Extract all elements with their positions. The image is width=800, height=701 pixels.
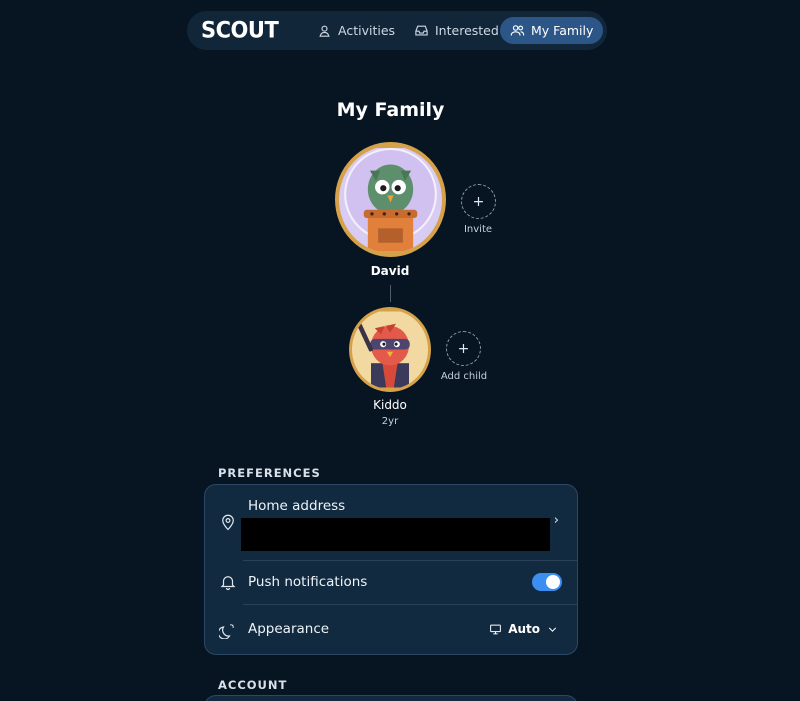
add-child-button[interactable]: + xyxy=(446,331,481,366)
toggle-knob xyxy=(546,575,560,589)
child-age: 2yr xyxy=(381,416,399,427)
invite-label: Invite xyxy=(463,224,493,235)
pin-user-icon xyxy=(319,25,330,37)
appearance-label: Appearance xyxy=(248,621,330,637)
chevron-down-icon xyxy=(548,627,557,632)
invite-button[interactable]: + xyxy=(461,184,496,219)
preferences-heading: PREFERENCES xyxy=(218,466,321,480)
tree-connector xyxy=(390,285,391,302)
top-nav: SCOUT Activities Interested My Family xyxy=(187,11,607,50)
chevron-right-icon: › xyxy=(553,513,559,528)
plus-icon: + xyxy=(457,340,470,357)
preferences-card: Home address › Push notifications Appear… xyxy=(204,484,578,655)
push-notifications-label: Push notifications xyxy=(248,574,368,590)
users-icon xyxy=(510,25,525,36)
bell-icon xyxy=(219,573,237,591)
home-address-label: Home address xyxy=(248,498,346,514)
scout-logo[interactable]: SCOUT xyxy=(201,17,279,42)
account-card xyxy=(204,695,578,701)
nav-interested[interactable]: Interested xyxy=(404,17,509,44)
owl-astronaut-avatar xyxy=(339,148,442,251)
child-name: Kiddo xyxy=(373,398,407,412)
push-notifications-row: Push notifications xyxy=(205,561,577,604)
appearance-select[interactable]: Auto xyxy=(489,622,559,636)
account-heading: ACCOUNT xyxy=(218,678,288,692)
parent-name: David xyxy=(370,264,410,278)
nav-interested-label: Interested xyxy=(435,23,499,38)
appearance-row: Appearance Auto xyxy=(205,605,577,655)
nav-my-family[interactable]: My Family xyxy=(500,17,604,44)
monitor-icon xyxy=(490,624,502,634)
parent-avatar[interactable] xyxy=(335,142,446,257)
page: SCOUT Activities Interested My Family My… xyxy=(0,0,800,701)
home-address-row[interactable]: Home address › xyxy=(205,485,577,560)
ninja-bird-avatar xyxy=(352,311,428,388)
appearance-value: Auto xyxy=(508,622,540,636)
add-child-label: Add child xyxy=(440,371,488,382)
nav-activities[interactable]: Activities xyxy=(307,17,405,44)
home-address-value-redacted xyxy=(241,518,550,551)
map-pin-icon xyxy=(219,513,237,531)
page-title: My Family xyxy=(336,99,445,121)
nav-activities-label: Activities xyxy=(338,23,396,38)
push-notifications-toggle[interactable] xyxy=(532,573,562,591)
inbox-icon xyxy=(415,25,428,36)
plus-icon: + xyxy=(472,193,485,210)
nav-my-family-label: My Family xyxy=(531,23,594,38)
child-avatar[interactable] xyxy=(349,307,431,392)
moon-sun-icon xyxy=(217,621,237,640)
